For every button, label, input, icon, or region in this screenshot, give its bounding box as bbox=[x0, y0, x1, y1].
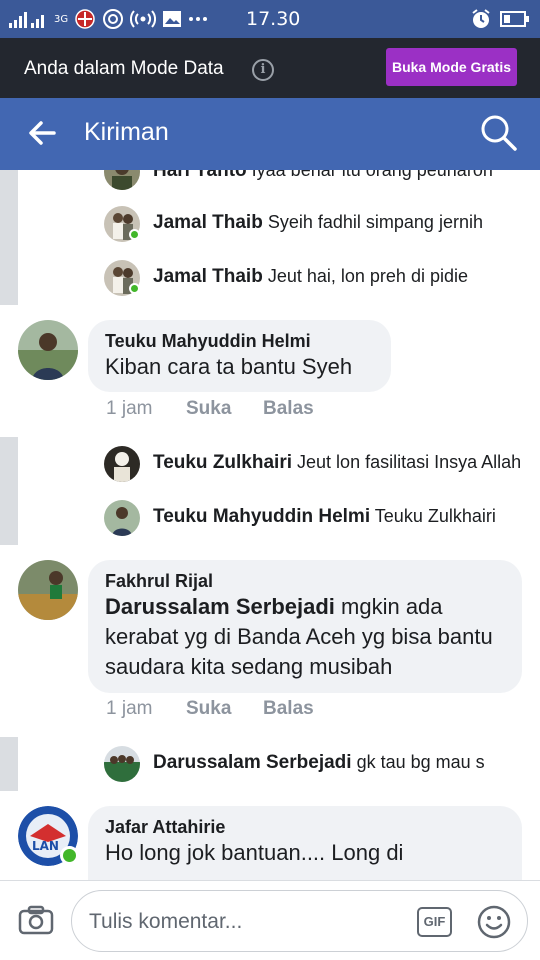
back-arrow-icon[interactable] bbox=[28, 118, 56, 148]
comment-author[interactable]: Teuku Mahyuddin Helmi bbox=[105, 330, 375, 352]
hotspot-icon bbox=[130, 10, 157, 28]
comment-list[interactable]: Hari Yanto Iyaa benar itu orang peunaron… bbox=[0, 170, 540, 880]
comment-time: 1 jam bbox=[106, 698, 153, 719]
reply-author[interactable]: Jamal Thaib bbox=[153, 266, 263, 287]
reply-item[interactable]: Darussalam Serbejadi gk tau bg mau s bbox=[104, 744, 522, 784]
reply-author[interactable]: Darussalam Serbejadi bbox=[153, 752, 352, 773]
reply-text: Hari Yanto Iyaa benar itu orang peunaron bbox=[153, 170, 522, 182]
reply-author[interactable]: Teuku Mahyuddin Helmi bbox=[153, 506, 370, 527]
reply-item[interactable]: Jamal Thaib Jeut hai, lon preh di pidie bbox=[104, 258, 522, 298]
online-indicator bbox=[129, 283, 140, 294]
comment-author[interactable]: Fakhrul Rijal bbox=[105, 570, 506, 592]
reply-body: gk tau bg mau s bbox=[356, 752, 485, 772]
avatar[interactable] bbox=[104, 500, 140, 536]
comment-input[interactable]: Tulis komentar... GIF bbox=[71, 890, 528, 952]
gallery-icon bbox=[163, 11, 182, 27]
comment-bubble[interactable]: Teuku Mahyuddin Helmi Kiban cara ta bant… bbox=[88, 320, 391, 392]
status-icons-right bbox=[470, 8, 530, 30]
reply-item[interactable]: Teuku Mahyuddin Helmi Teuku Zulkhairi bbox=[104, 498, 522, 538]
data-mode-banner: Anda dalam Mode Data i Buka Mode Gratis bbox=[0, 38, 540, 98]
camera-icon[interactable] bbox=[18, 905, 54, 935]
page-title: Kiriman bbox=[84, 118, 169, 146]
mention-link[interactable]: Darussalam Serbejadi bbox=[105, 594, 335, 619]
app-header: Kiriman bbox=[0, 98, 540, 170]
free-mode-button[interactable]: Buka Mode Gratis bbox=[386, 48, 517, 86]
like-button[interactable]: Suka bbox=[186, 398, 263, 420]
avatar[interactable] bbox=[18, 560, 78, 620]
alarm-icon bbox=[472, 9, 490, 28]
comment-author[interactable]: Jafar Attahirie bbox=[105, 816, 506, 838]
comment-bubble[interactable]: Fakhrul Rijal Darussalam Serbejadi mgkin… bbox=[88, 560, 522, 693]
clock: 17.30 bbox=[246, 8, 301, 30]
comment-time: 1 jam bbox=[106, 398, 153, 419]
reply-item[interactable]: Jamal Thaib Syeih fadhil simpang jernih bbox=[104, 204, 522, 244]
comment-actions: 1 jam Suka Balas bbox=[106, 398, 314, 420]
reply-text: Teuku Mahyuddin Helmi Teuku Zulkhairi bbox=[153, 506, 522, 528]
data-mode-message: Anda dalam Mode Data bbox=[24, 58, 224, 79]
avatar[interactable] bbox=[18, 320, 78, 380]
avatar[interactable] bbox=[104, 446, 140, 482]
thread-indicator bbox=[0, 170, 18, 305]
reply-body: Syeih fadhil simpang jernih bbox=[267, 212, 483, 232]
reply-author[interactable]: Teuku Zulkhairi bbox=[153, 452, 292, 473]
reply-body: Jeut hai, lon preh di pidie bbox=[267, 266, 468, 286]
online-indicator bbox=[129, 229, 140, 240]
reply-text: Jamal Thaib Jeut hai, lon preh di pidie bbox=[153, 266, 522, 288]
comment-text: Kiban cara ta bantu Syeh bbox=[105, 354, 353, 379]
reply-button[interactable]: Balas bbox=[263, 698, 314, 720]
network-type-label: 3G bbox=[54, 13, 69, 25]
status-icons-left: 3G bbox=[8, 8, 208, 30]
reply-text: Teuku Zulkhairi Jeut lon fasilitasi Insy… bbox=[153, 452, 522, 474]
comment-text: Darussalam Serbejadi mgkin ada kerabat y… bbox=[105, 592, 506, 682]
status-bar: 3G 17.30 bbox=[0, 0, 540, 38]
comment-placeholder: Tulis komentar... bbox=[89, 910, 243, 933]
reply-item[interactable]: Teuku Zulkhairi Jeut lon fasilitasi Insy… bbox=[104, 444, 522, 484]
notification-app-icon bbox=[75, 9, 95, 29]
reply-author[interactable]: Hari Yanto bbox=[153, 170, 247, 181]
thread-indicator bbox=[0, 437, 18, 545]
reply-body: Iyaa benar itu orang peunaron bbox=[251, 170, 493, 180]
gif-button[interactable]: GIF bbox=[417, 907, 452, 937]
reply-text: Jamal Thaib Syeih fadhil simpang jernih bbox=[153, 212, 522, 234]
comment-composer: Tulis komentar... GIF bbox=[0, 880, 540, 960]
chrome-icon bbox=[103, 9, 124, 29]
emoji-icon[interactable] bbox=[476, 904, 512, 940]
reply-body: Teuku Zulkhairi bbox=[374, 506, 496, 526]
thread-indicator bbox=[0, 737, 18, 791]
avatar[interactable] bbox=[104, 746, 140, 782]
reply-item[interactable]: Hari Yanto Iyaa benar itu orang peunaron bbox=[104, 170, 522, 192]
info-icon[interactable]: i bbox=[252, 59, 274, 81]
search-icon[interactable] bbox=[480, 114, 518, 152]
signal-icon bbox=[9, 12, 44, 28]
reply-text: Darussalam Serbejadi gk tau bg mau s bbox=[153, 752, 522, 774]
battery-icon bbox=[500, 11, 529, 27]
reply-author[interactable]: Jamal Thaib bbox=[153, 212, 263, 233]
avatar[interactable] bbox=[104, 170, 140, 190]
comment-bubble[interactable]: Jafar Attahirie Ho long jok bantuan.... … bbox=[88, 806, 522, 880]
reply-button[interactable]: Balas bbox=[263, 398, 314, 420]
svg-text:LAN: LAN bbox=[32, 839, 59, 853]
comment-text: Ho long jok bantuan.... Long di bbox=[105, 840, 404, 865]
comment-actions: 1 jam Suka Balas bbox=[106, 698, 314, 720]
online-indicator bbox=[60, 846, 79, 865]
more-icon bbox=[189, 17, 208, 21]
reply-body: Jeut lon fasilitasi Insya Allah bbox=[297, 452, 522, 472]
like-button[interactable]: Suka bbox=[186, 698, 263, 720]
